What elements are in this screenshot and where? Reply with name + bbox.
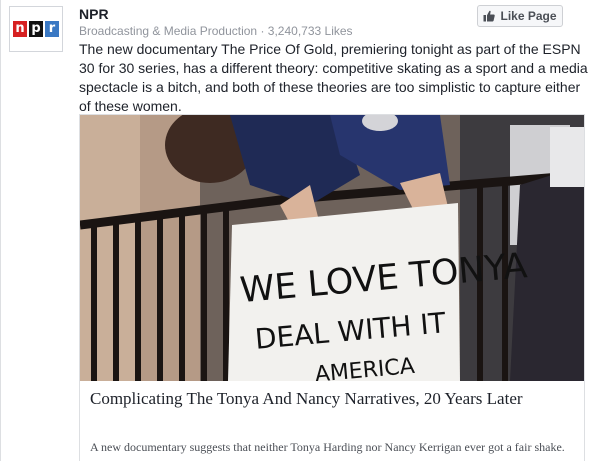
link-title[interactable]: Complicating The Tonya And Nancy Narrati… — [90, 387, 570, 410]
logo-letter-r: r — [45, 21, 59, 37]
logo-letter-n: n — [13, 21, 27, 37]
npr-logo[interactable]: n p r — [9, 6, 63, 52]
like-page-button[interactable]: Like Page — [477, 5, 563, 27]
link-description: A new documentary suggests that neither … — [90, 440, 565, 454]
page-category: Broadcasting & Media Production — [79, 24, 258, 38]
meta-separator: · — [260, 24, 265, 38]
page-likes-count: 3,240,733 Likes — [267, 24, 353, 38]
link-attachment[interactable]: WE LOVE TONYA DEAL WITH IT AMERICA Compl… — [79, 114, 585, 461]
logo-letter-p: p — [29, 21, 43, 37]
thumbs-up-icon — [483, 10, 496, 22]
like-page-label: Like Page — [500, 9, 557, 23]
post-card: n p r NPR Broadcasting & Media Productio… — [0, 0, 600, 461]
page-name-link[interactable]: NPR — [79, 5, 109, 23]
page-meta: Broadcasting & Media Production · 3,240,… — [79, 23, 353, 39]
link-preview-image[interactable]: WE LOVE TONYA DEAL WITH IT AMERICA — [80, 115, 584, 381]
post-text: The new documentary The Price Of Gold, p… — [79, 41, 588, 114]
